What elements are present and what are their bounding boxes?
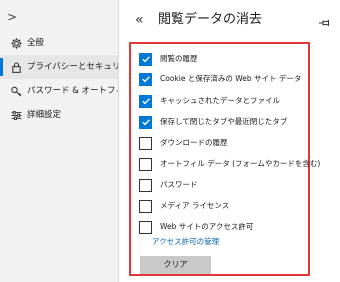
checkmark-icon [141, 119, 150, 126]
clear-button[interactable]: クリア [140, 256, 211, 274]
manage-permissions-link[interactable]: アクセス許可の管理 [152, 236, 219, 247]
checkmark-icon [141, 56, 150, 63]
checkbox[interactable] [139, 52, 152, 66]
active-indicator [0, 58, 3, 76]
back-button[interactable]: « [135, 12, 149, 28]
checkbox-label: パスワード [160, 180, 198, 189]
settings-nav: > 全般 プライバシーとセキュリティ パスワード & オートフィル 詳細設定 [0, 0, 137, 282]
nav-item-advanced[interactable]: 詳細設定 [0, 103, 118, 127]
checkbox[interactable] [139, 157, 152, 171]
nav-expand-button[interactable]: > [7, 8, 23, 26]
lock-icon [9, 60, 23, 74]
nav-item-label: 全般 [27, 38, 45, 48]
checkbox[interactable] [139, 136, 152, 150]
checkbox-row-site-permissions[interactable]: Web サイトのアクセス許可 [139, 218, 253, 236]
checkbox-label: オートフィル データ (フォームやカードを含む) [160, 159, 321, 168]
nav-item-label: パスワード & オートフィル [27, 86, 133, 96]
gear-icon [9, 36, 23, 50]
checkbox-row-cached-files[interactable]: キャッシュされたデータとファイル [139, 92, 280, 110]
checkbox-row-cookies[interactable]: Cookie と保存済みの Web サイト データ [139, 70, 301, 88]
checkmark-icon [141, 98, 150, 105]
key-icon [9, 84, 23, 98]
checkbox[interactable] [139, 72, 152, 86]
checkbox[interactable] [139, 199, 152, 213]
checkbox-label: Web サイトのアクセス許可 [160, 222, 254, 231]
checkmark-icon [141, 76, 150, 83]
clear-browsing-data-panel: « 閲覧データの消去 閲覧の履歴 Cookie と保存済みの Web サイト デ… [119, 0, 340, 282]
checkbox-label: キャッシュされたデータとファイル [160, 96, 280, 105]
checkbox-label: メディア ライセンス [160, 201, 230, 210]
nav-item-general[interactable]: 全般 [0, 31, 118, 55]
checkbox[interactable] [139, 94, 152, 108]
nav-item-privacy-security[interactable]: プライバシーとセキュリティ [0, 55, 137, 79]
checkbox-row-closed-tabs[interactable]: 保存して閉じたタブや最近閉じたタブ [139, 113, 287, 131]
sliders-icon [9, 108, 23, 122]
checkbox[interactable] [139, 220, 152, 234]
nav-item-passwords-autofill[interactable]: パスワード & オートフィル [0, 79, 132, 103]
checkbox[interactable] [139, 115, 152, 129]
checkbox-row-passwords[interactable]: パスワード [139, 176, 198, 194]
nav-item-label: 詳細設定 [27, 110, 62, 120]
checkbox-label: ダウンロードの履歴 [160, 138, 228, 147]
checkbox[interactable] [139, 178, 152, 192]
checkbox-row-autofill[interactable]: オートフィル データ (フォームやカードを含む) [139, 155, 320, 173]
checkbox-row-browsing-history[interactable]: 閲覧の履歴 [139, 50, 198, 68]
checkbox-row-download-history[interactable]: ダウンロードの履歴 [139, 134, 228, 152]
checkbox-label: 閲覧の履歴 [160, 54, 198, 63]
checkbox-label: 保存して閉じたタブや最近閉じたタブ [160, 117, 288, 126]
pin-icon[interactable] [318, 14, 330, 27]
panel-title: 閲覧データの消去 [158, 12, 263, 27]
checkbox-row-media-licenses[interactable]: メディア ライセンス [139, 197, 229, 215]
checkbox-label: Cookie と保存済みの Web サイト データ [160, 74, 302, 83]
